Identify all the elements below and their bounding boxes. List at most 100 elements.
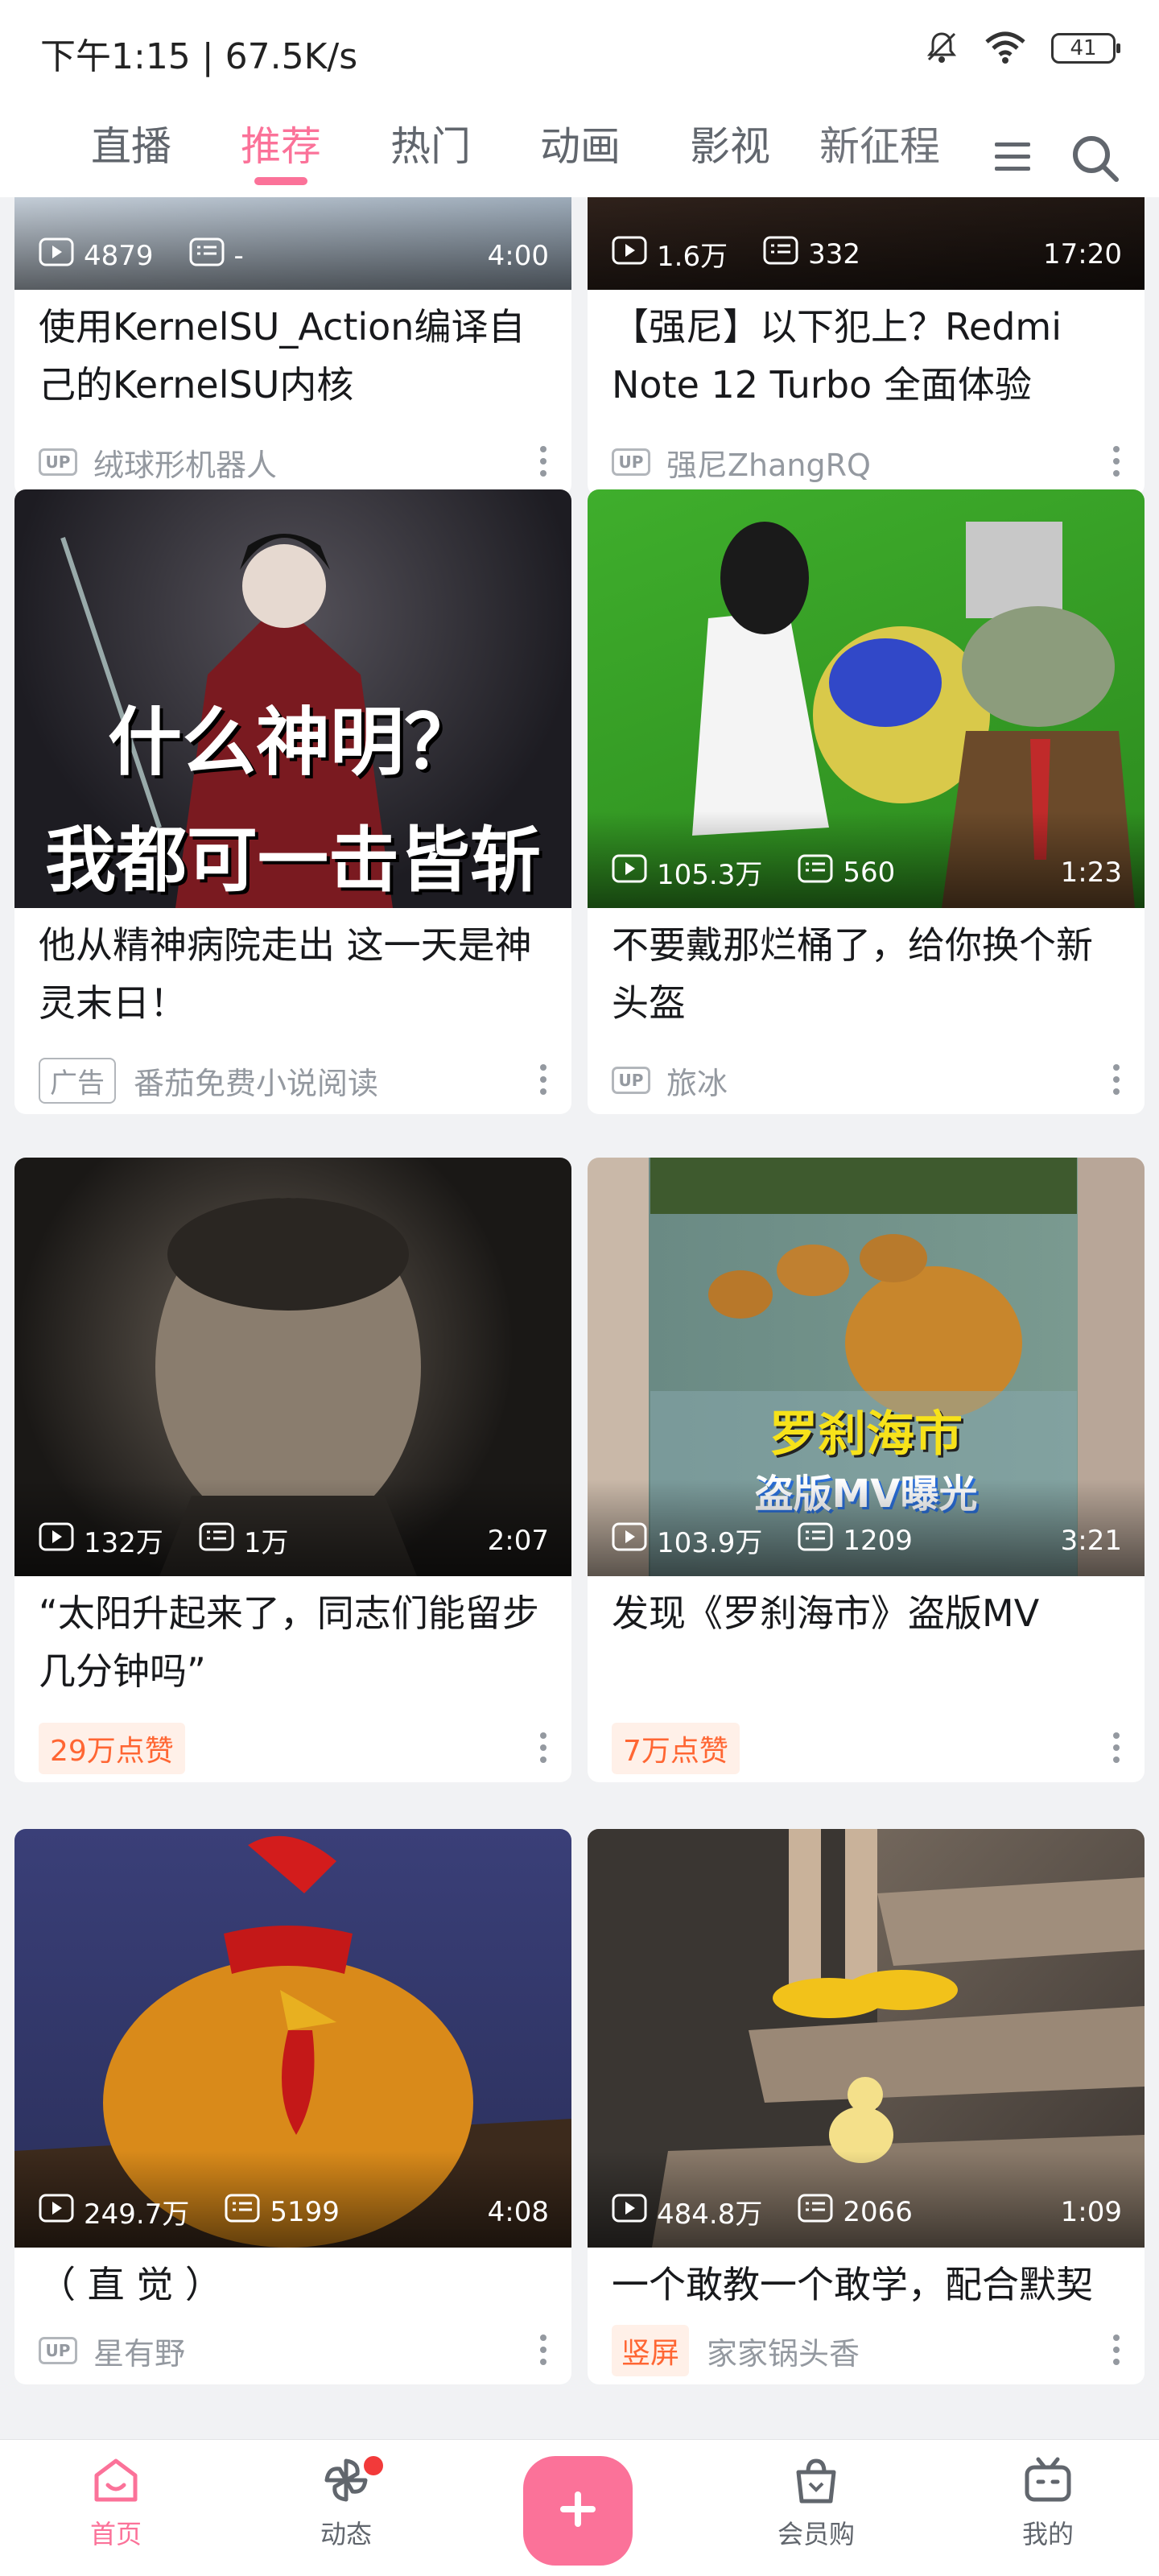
play-count-icon (39, 2194, 74, 2230)
video-thumbnail[interactable]: 484.8万 2066 1:09 (588, 1829, 1145, 2248)
video-thumbnail[interactable]: 132万 1万 2:07 (14, 1158, 571, 1576)
danmaku-icon (798, 854, 833, 890)
battery-icon: 41 (1051, 33, 1120, 64)
more-options-icon[interactable] (1112, 2334, 1120, 2365)
more-options-icon[interactable] (539, 1064, 547, 1095)
status-time-speed: 下午1:15 | 67.5K/s (40, 36, 358, 77)
advertiser-name[interactable]: 番茄免费小说阅读 (134, 1059, 378, 1103)
mute-icon (924, 29, 959, 68)
video-duration: 4:08 (487, 2195, 549, 2228)
tab-new-journey[interactable]: 新征程 (805, 121, 955, 185)
danmaku-count: 5199 (270, 2195, 340, 2228)
video-card[interactable]: 1.6万 332 17:20 【强尼】以下犯上？Redmi Note 12 Tu… (588, 197, 1145, 496)
nav-mine[interactable]: 我的 (975, 2456, 1120, 2551)
nav-mine-label: 我的 (1021, 2519, 1074, 2549)
up-badge: UP (612, 448, 650, 476)
play-count: 484.8万 (657, 2198, 763, 2231)
tab-anime[interactable]: 动画 (505, 121, 655, 185)
video-duration: 1:23 (1060, 856, 1122, 889)
danmaku-icon (199, 1522, 234, 1558)
status-icons: 41 (924, 29, 1120, 68)
play-count: 4879 (84, 239, 154, 272)
video-duration: 2:07 (487, 1524, 549, 1557)
author-name[interactable]: 星有野 (93, 2329, 185, 2373)
thumbnail-caption-1: 罗刹海市 (769, 1406, 963, 1463)
play-count: 103.9万 (657, 1527, 763, 1559)
nav-dynamic-label: 动态 (320, 2519, 372, 2549)
video-card[interactable]: 105.3万 560 1:23 不要戴那烂桶了，给你换个新头盔 UP 旅冰 (588, 489, 1145, 1114)
tab-movies[interactable]: 影视 (655, 121, 805, 185)
search-icon[interactable] (1070, 134, 1120, 187)
author-name[interactable]: 绒球形机器人 (93, 440, 277, 485)
nav-home-label: 首页 (89, 2519, 142, 2549)
video-card[interactable]: 484.8万 2066 1:09 一个敢教一个敢学，配合默契 竖屏 家家锅头香 (588, 1829, 1145, 2384)
more-options-icon[interactable] (539, 1732, 547, 1763)
more-options-icon[interactable] (1112, 446, 1120, 477)
nav-vip-shop-label: 会员购 (777, 2519, 855, 2549)
danmaku-count: 2066 (843, 2195, 913, 2228)
video-duration: 17:20 (1043, 237, 1122, 270)
video-title[interactable]: 不要戴那烂桶了，给你换个新头盔 (588, 908, 1145, 1046)
video-title[interactable]: 使用KernelSU_Action编译自己的KernelSU内核 (14, 290, 571, 428)
video-thumbnail[interactable]: 105.3万 560 1:23 (588, 489, 1145, 908)
more-options-icon[interactable] (1112, 1732, 1120, 1763)
channel-menu-icon[interactable] (995, 141, 1030, 176)
video-duration: 4:00 (487, 239, 549, 272)
danmaku-count: 1209 (843, 1524, 913, 1557)
video-feed: 4879 - 4:00 使用KernelSU_Action编译自己的Kernel… (0, 197, 1159, 2439)
more-options-icon[interactable] (539, 446, 547, 477)
play-count-icon (39, 237, 74, 274)
more-options-icon[interactable] (1112, 1064, 1120, 1095)
ad-headline-2: 我都可一击皆斩 (44, 819, 541, 902)
play-count: 132万 (84, 1527, 163, 1559)
video-thumbnail[interactable]: 罗刹海市 盗版MV曝光 103.9万 1209 3:21 (588, 1158, 1145, 1576)
tab-live[interactable]: 直播 (56, 121, 206, 185)
danmaku-count: - (233, 239, 244, 272)
video-thumbnail[interactable]: 249.7万 5199 4:08 (14, 1829, 571, 2248)
play-count-icon (612, 236, 647, 272)
video-card[interactable]: 132万 1万 2:07 “太阳升起来了，同志们能留步几分钟吗” 29万点赞 (14, 1158, 571, 1782)
video-thumbnail[interactable]: 4879 - 4:00 (14, 197, 571, 290)
author-name[interactable]: 强尼ZhangRQ (666, 440, 871, 485)
up-badge: UP (612, 1067, 650, 1094)
danmaku-count: 332 (808, 237, 860, 270)
video-card[interactable]: 249.7万 5199 4:08 （ 直 觉 ） UP 星有野 (14, 1829, 571, 2384)
danmaku-icon (798, 1522, 833, 1558)
nav-dynamic[interactable]: 动态 (274, 2456, 419, 2551)
play-count: 105.3万 (657, 859, 763, 891)
play-count: 249.7万 (84, 2198, 190, 2231)
author-name[interactable]: 家家锅头香 (707, 2329, 860, 2373)
video-title[interactable]: “太阳升起来了，同志们能留步几分钟吗” (14, 1576, 571, 1715)
ad-card[interactable]: 什么神明？ 我都可一击皆斩 他从精神病院走出 这一天是神灵末日！ 广告 番茄免费… (14, 489, 571, 1114)
tab-hot[interactable]: 热门 (356, 121, 505, 185)
danmaku-count: 1万 (243, 1527, 289, 1559)
danmaku-icon (763, 236, 798, 272)
video-duration: 1:09 (1060, 2195, 1122, 2228)
upload-button[interactable] (523, 2456, 633, 2566)
up-badge: UP (39, 2337, 77, 2364)
play-count: 1.6万 (657, 241, 728, 273)
bottom-nav: 首页 动态 会员购 我的 (0, 2439, 1159, 2576)
video-card[interactable]: 罗刹海市 盗版MV曝光 103.9万 1209 3:21 发现《罗刹海市》盗版M… (588, 1158, 1145, 1782)
home-icon (90, 2458, 142, 2511)
status-bar: 下午1:15 | 67.5K/s 41 (0, 0, 1159, 105)
video-title[interactable]: 【强尼】以下犯上？Redmi Note 12 Turbo 全面体验 (588, 290, 1145, 428)
play-count-icon (39, 1522, 74, 1558)
ad-badge: 广告 (39, 1057, 116, 1104)
pinwheel-icon (320, 2458, 372, 2511)
video-title[interactable]: 一个敢教一个敢学，配合默契 (588, 2248, 1145, 2317)
nav-vip-shop[interactable]: 会员购 (744, 2456, 889, 2551)
video-thumbnail[interactable]: 1.6万 332 17:20 (588, 197, 1145, 290)
more-options-icon[interactable] (539, 2334, 547, 2365)
video-title[interactable]: （ 直 觉 ） (14, 2248, 571, 2317)
video-title[interactable]: 发现《罗刹海市》盗版MV (588, 1576, 1145, 1715)
author-name[interactable]: 旅冰 (666, 1059, 728, 1103)
shopping-bag-icon (790, 2458, 842, 2511)
ad-thumbnail[interactable]: 什么神明？ 我都可一击皆斩 (14, 489, 571, 908)
tab-recommend[interactable]: 推荐 (206, 121, 356, 185)
ad-title[interactable]: 他从精神病院走出 这一天是神灵末日！ (14, 908, 571, 1046)
video-duration: 3:21 (1060, 1524, 1122, 1557)
video-card[interactable]: 4879 - 4:00 使用KernelSU_Action编译自己的Kernel… (14, 197, 571, 496)
tv-face-icon (1022, 2457, 1074, 2511)
nav-home[interactable]: 首页 (43, 2456, 188, 2551)
